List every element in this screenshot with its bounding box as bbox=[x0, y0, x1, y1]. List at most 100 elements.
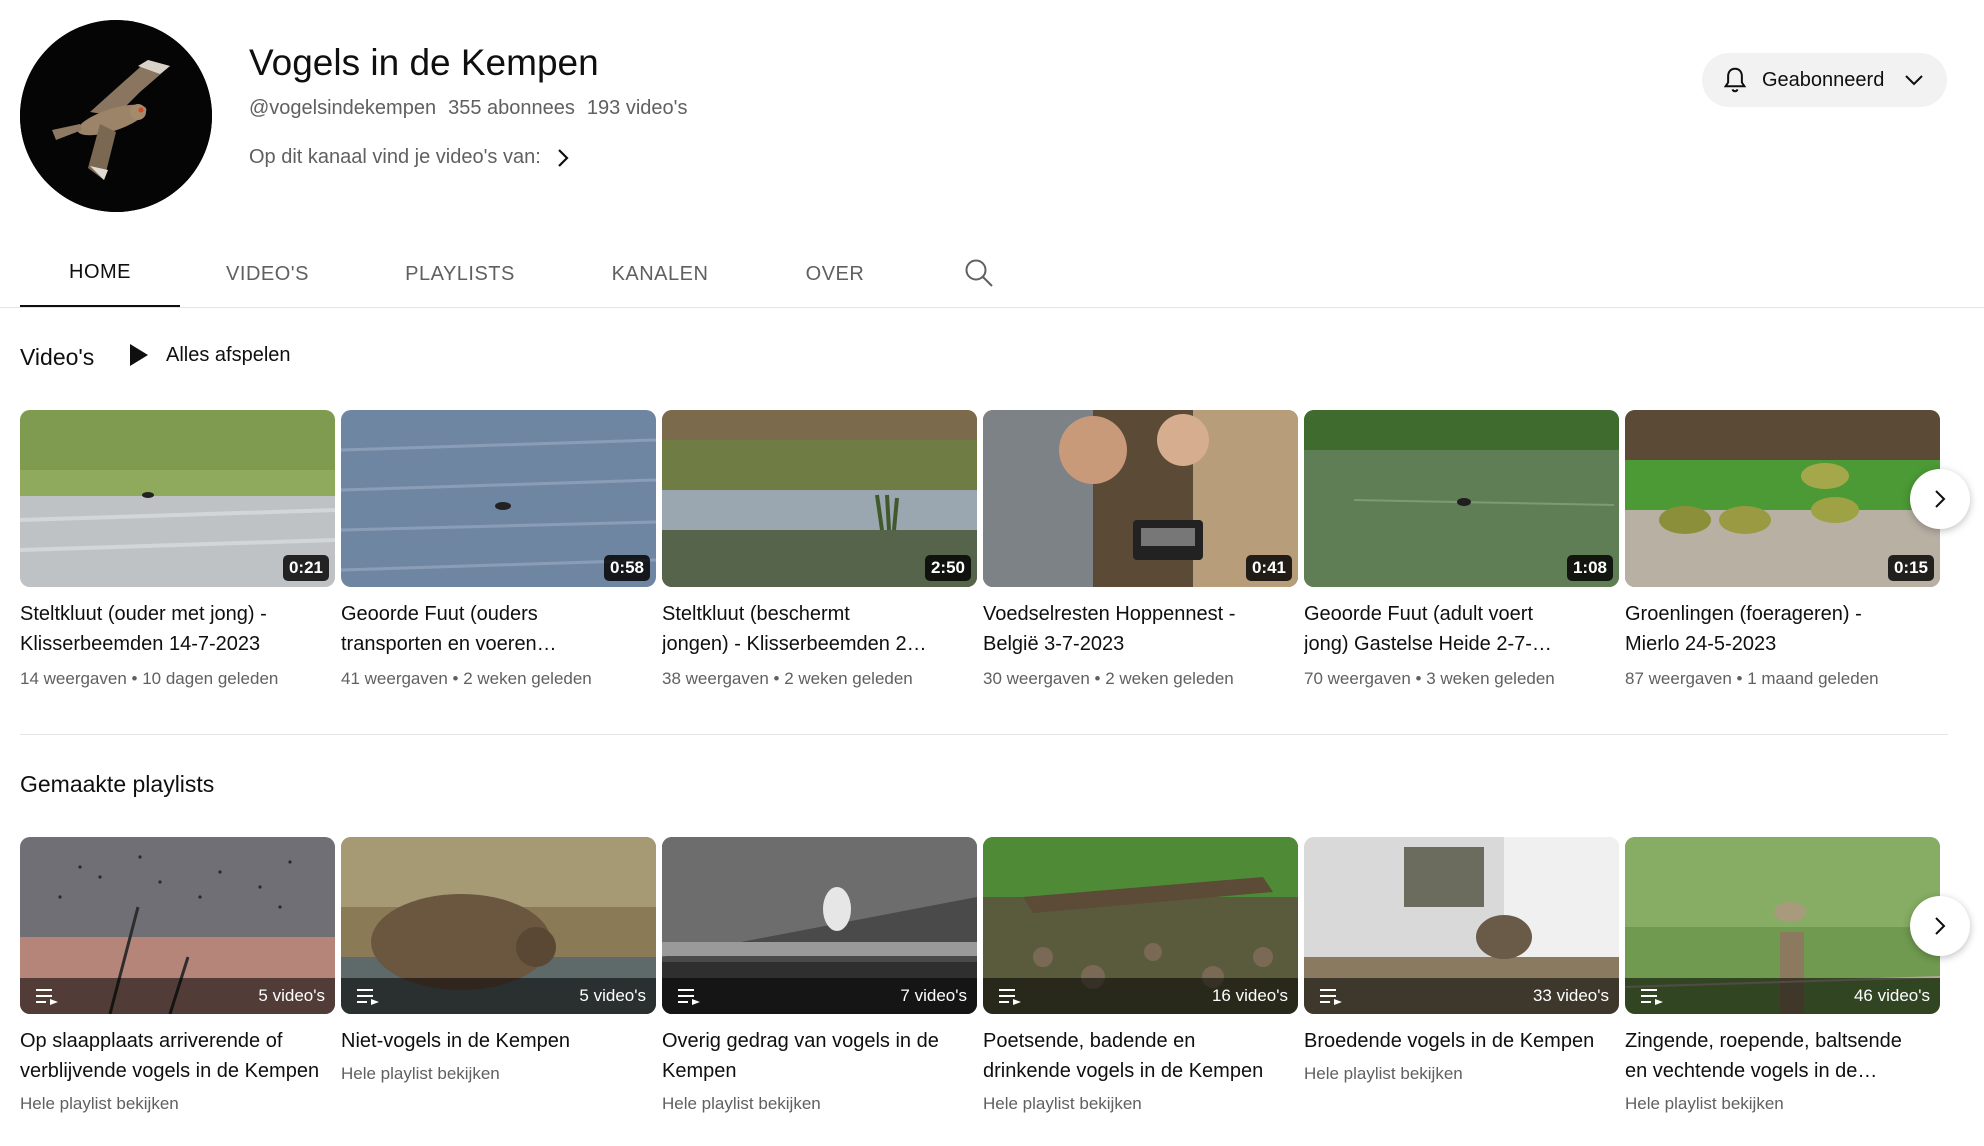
playlist-title[interactable]: Op slaapplaats arriverende of verblijven… bbox=[20, 1026, 335, 1086]
play-icon bbox=[130, 344, 148, 366]
video-title-text: Voedselresten Hoppennest - België 3-7-20… bbox=[983, 603, 1236, 655]
playlist-thumbnail[interactable]: 5 video's bbox=[20, 837, 335, 1014]
playlist-icon bbox=[1320, 989, 1342, 1005]
tab-about[interactable]: OVER bbox=[755, 240, 915, 308]
channel-about-text: Op dit kanaal vind je video's van: bbox=[249, 146, 541, 168]
playlist-count: 16 video's bbox=[1211, 986, 1288, 1005]
playlist-title[interactable]: Overig gedrag van vogels in de Kempen bbox=[662, 1026, 977, 1086]
playlist-card[interactable]: 5 video's Op slaapplaats arriverende of … bbox=[20, 837, 335, 1114]
playlist-count: 33 video's bbox=[1532, 986, 1609, 1005]
video-age: 2 weken geleden bbox=[1105, 669, 1234, 688]
playlist-icon bbox=[678, 989, 700, 1005]
video-title-text: Steltkluut (beschermt jongen) - Klisserb… bbox=[662, 603, 927, 655]
video-views: 41 weergaven bbox=[341, 669, 448, 688]
channel-about-link[interactable]: Op dit kanaal vind je video's van: bbox=[249, 146, 571, 169]
video-title-text: Steltkluut (ouder met jong) - Klisserbee… bbox=[20, 603, 267, 655]
playlist-icon bbox=[1641, 989, 1663, 1005]
video-card[interactable]: 0:58 Geoorde Fuut (ouders transporten en… bbox=[341, 410, 656, 689]
playlist-thumbnail[interactable]: 7 video's bbox=[662, 837, 977, 1014]
video-thumbnail[interactable]: 1:08 bbox=[1304, 410, 1619, 587]
video-title[interactable]: Voedselresten Hoppennest - België 3-7-20… bbox=[983, 599, 1298, 659]
video-title[interactable]: Geoorde Fuut (ouders transporten en voer… bbox=[341, 599, 656, 659]
playlist-card[interactable]: 7 video's Overig gedrag van vogels in de… bbox=[662, 837, 977, 1114]
playlist-card[interactable]: 5 video's Niet-vogels in de Kempen Hele … bbox=[341, 837, 656, 1114]
chevron-right-icon bbox=[1935, 917, 1946, 935]
video-duration: 2:50 bbox=[924, 555, 971, 581]
video-age: 2 weken geleden bbox=[784, 669, 913, 688]
playlist-card[interactable]: 16 video's Poetsende, badende en drinken… bbox=[983, 837, 1298, 1114]
video-title[interactable]: Groenlingen (foerageren) - Mierlo 24-5-2… bbox=[1625, 599, 1940, 659]
playlist-title[interactable]: Poetsende, badende en drinkende vogels i… bbox=[983, 1026, 1298, 1086]
video-duration: 0:58 bbox=[603, 555, 650, 581]
playlist-count: 46 video's bbox=[1853, 986, 1930, 1005]
view-playlist-link[interactable]: Hele playlist bekijken bbox=[983, 1094, 1298, 1114]
playlist-title[interactable]: Zingende, roepende, baltsende en vechten… bbox=[1625, 1026, 1940, 1086]
playlist-overlay: 7 video's bbox=[662, 978, 977, 1014]
video-meta: 41 weergaven • 2 weken geleden bbox=[341, 669, 592, 688]
video-thumbnail[interactable]: 0:58 bbox=[341, 410, 656, 587]
video-title[interactable]: Geoorde Fuut (adult voert jong) Gastelse… bbox=[1304, 599, 1619, 659]
video-title[interactable]: Steltkluut (beschermt jongen) - Klisserb… bbox=[662, 599, 977, 659]
video-title-text: Groenlingen (foerageren) - Mierlo 24-5-2… bbox=[1625, 603, 1862, 655]
chevron-down-icon bbox=[1905, 75, 1924, 86]
video-card[interactable]: 0:15 Groenlingen (foerageren) - Mierlo 2… bbox=[1625, 410, 1940, 689]
video-thumbnail[interactable]: 0:41 bbox=[983, 410, 1298, 587]
tab-home[interactable]: HOME bbox=[20, 240, 180, 308]
video-duration: 0:15 bbox=[1887, 555, 1934, 581]
video-card[interactable]: 0:21 Steltkluut (ouder met jong) - Kliss… bbox=[20, 410, 335, 689]
channel-tabs: HOME VIDEO'S PLAYLISTS KANALEN OVER bbox=[20, 240, 915, 308]
playlist-thumbnail[interactable]: 5 video's bbox=[341, 837, 656, 1014]
subscribed-label: Geabonneerd bbox=[1762, 68, 1885, 91]
tab-playlists[interactable]: PLAYLISTS bbox=[355, 240, 565, 308]
video-thumbnail[interactable]: 0:15 bbox=[1625, 410, 1940, 587]
playlist-thumbnail[interactable]: 33 video's bbox=[1304, 837, 1619, 1014]
playlist-count: 5 video's bbox=[258, 986, 325, 1005]
bird-avatar-image bbox=[20, 20, 212, 212]
subscribed-button[interactable]: Geabonneerd bbox=[1702, 53, 1947, 107]
video-meta: 38 weergaven • 2 weken geleden bbox=[662, 669, 913, 688]
play-all-label: Alles afspelen bbox=[166, 343, 291, 366]
playlists-section-title: Gemaakte playlists bbox=[20, 771, 215, 797]
video-title-text: Geoorde Fuut (ouders transporten en voer… bbox=[341, 603, 557, 655]
video-meta: 87 weergaven • 1 maand geleden bbox=[1625, 669, 1879, 688]
video-card[interactable]: 0:41 Voedselresten Hoppennest - België 3… bbox=[983, 410, 1298, 689]
view-playlist-link[interactable]: Hele playlist bekijken bbox=[662, 1094, 977, 1114]
view-playlist-link[interactable]: Hele playlist bekijken bbox=[20, 1094, 335, 1114]
video-title-text: Geoorde Fuut (adult voert jong) Gastelse… bbox=[1304, 603, 1552, 655]
video-thumbnail[interactable]: 2:50 bbox=[662, 410, 977, 587]
playlist-title-text: Zingende, roepende, baltsende en vechten… bbox=[1625, 1030, 1902, 1082]
playlist-title-text: Op slaapplaats arriverende of verblijven… bbox=[20, 1030, 320, 1082]
playlist-thumbnail[interactable]: 16 video's bbox=[983, 837, 1298, 1014]
view-playlist-link[interactable]: Hele playlist bekijken bbox=[1304, 1064, 1619, 1084]
playlist-card[interactable]: 46 video's Zingende, roepende, baltsende… bbox=[1625, 837, 1940, 1114]
video-thumbnail[interactable]: 0:21 bbox=[20, 410, 335, 587]
playlist-thumbnail[interactable]: 46 video's bbox=[1625, 837, 1940, 1014]
chevron-right-icon bbox=[558, 148, 569, 167]
videos-next-button[interactable] bbox=[1910, 469, 1970, 529]
playlist-icon bbox=[999, 989, 1021, 1005]
videos-section-title: Video's bbox=[20, 344, 95, 370]
play-all-button[interactable]: Alles afspelen bbox=[128, 343, 291, 367]
video-title[interactable]: Steltkluut (ouder met jong) - Klisserbee… bbox=[20, 599, 335, 659]
video-card[interactable]: 2:50 Steltkluut (beschermt jongen) - Kli… bbox=[662, 410, 977, 689]
video-card[interactable]: 1:08 Geoorde Fuut (adult voert jong) Gas… bbox=[1304, 410, 1619, 689]
playlists-row: 5 video's Op slaapplaats arriverende of … bbox=[20, 837, 1940, 1114]
video-meta: 30 weergaven • 2 weken geleden bbox=[983, 669, 1234, 688]
video-count: 193 video's bbox=[586, 97, 688, 119]
video-duration: 1:08 bbox=[1566, 555, 1613, 581]
playlist-title-text: Poetsende, badende en drinkende vogels i… bbox=[983, 1030, 1264, 1082]
video-views: 38 weergaven bbox=[662, 669, 769, 688]
tab-channels[interactable]: KANALEN bbox=[565, 240, 755, 308]
view-playlist-link[interactable]: Hele playlist bekijken bbox=[341, 1064, 656, 1084]
playlist-count: 7 video's bbox=[900, 986, 967, 1005]
playlist-overlay: 5 video's bbox=[341, 978, 656, 1014]
video-age: 2 weken geleden bbox=[463, 669, 592, 688]
channel-search-button[interactable] bbox=[962, 256, 996, 290]
video-views: 30 weergaven bbox=[983, 669, 1090, 688]
playlist-count: 5 video's bbox=[579, 986, 646, 1005]
tab-videos[interactable]: VIDEO'S bbox=[180, 240, 355, 308]
view-playlist-link[interactable]: Hele playlist bekijken bbox=[1625, 1094, 1940, 1114]
playlist-card[interactable]: 33 video's Broedende vogels in de Kempen… bbox=[1304, 837, 1619, 1114]
playlists-next-button[interactable] bbox=[1910, 896, 1970, 956]
tabs-divider bbox=[0, 307, 1984, 308]
